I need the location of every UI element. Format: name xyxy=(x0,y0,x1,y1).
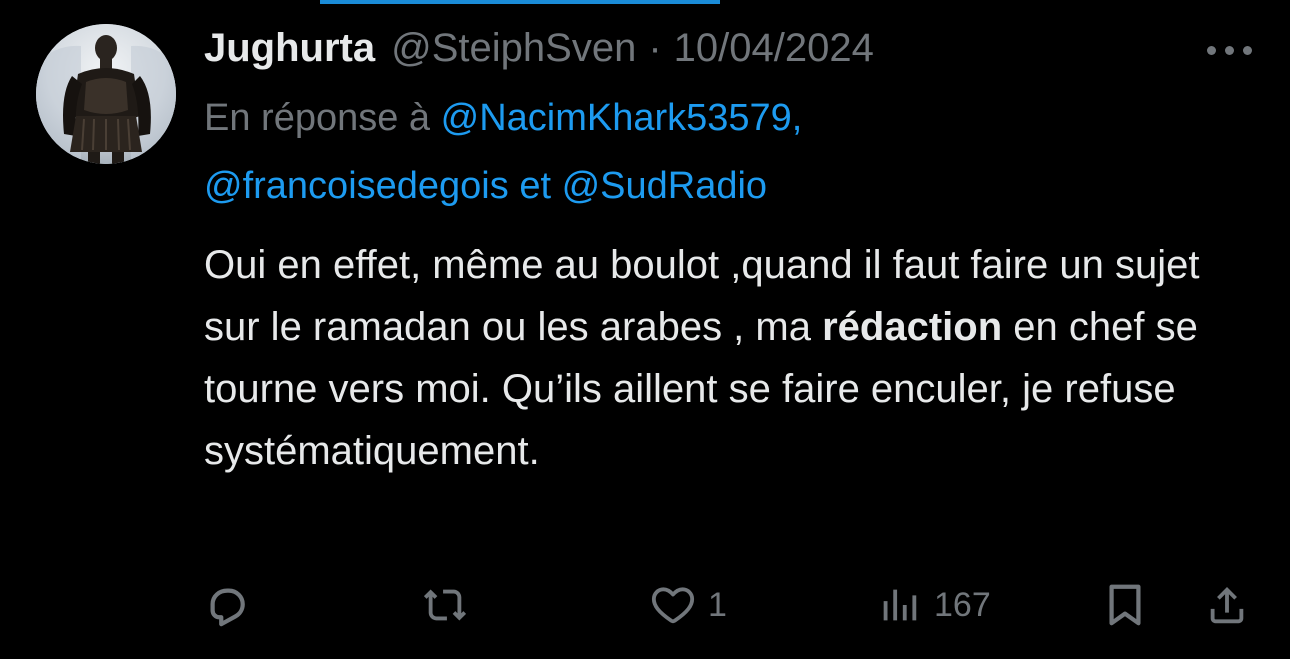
share-icon xyxy=(1210,586,1244,624)
mention-link[interactable]: @francoisedegois xyxy=(204,165,509,207)
top-accent-bar xyxy=(320,0,720,4)
heart-icon xyxy=(651,587,695,624)
tweet-date[interactable]: 10/04/2024 xyxy=(674,20,874,76)
mention-link[interactable]: @NacimKhark53579, xyxy=(441,97,803,139)
bookmark-icon xyxy=(1109,584,1141,626)
more-options-icon xyxy=(1206,45,1216,55)
mention-conjunction: et xyxy=(519,165,552,207)
retweet-button[interactable] xyxy=(422,575,480,635)
views-icon xyxy=(883,589,917,621)
tweet-body: Jughurta @SteiphSven · 10/04/2024 En rép… xyxy=(204,20,1264,482)
separator-dot: · xyxy=(648,26,662,70)
share-button[interactable] xyxy=(1204,575,1250,635)
like-button[interactable]: 1 xyxy=(650,575,727,635)
retweet-icon xyxy=(423,589,467,621)
tweet-header: Jughurta @SteiphSven · 10/04/2024 xyxy=(204,20,1264,76)
action-bar: 1 167 xyxy=(204,575,1264,635)
more-options-icon-dot xyxy=(1224,45,1234,55)
user-handle[interactable]: @SteiphSven xyxy=(391,20,636,76)
display-name[interactable]: Jughurta xyxy=(204,20,375,76)
more-options-icon-dot xyxy=(1242,45,1252,55)
more-options-button[interactable] xyxy=(1194,30,1264,70)
mention-link[interactable]: @SudRadio xyxy=(562,165,767,207)
bookmark-button[interactable] xyxy=(1102,575,1148,635)
reply-context: En réponse à @NacimKhark53579, @francois… xyxy=(204,84,1164,220)
reply-button[interactable] xyxy=(204,575,262,635)
reply-prefix: En réponse à xyxy=(204,97,431,139)
tweet-text-bold: rédaction xyxy=(822,305,1003,349)
reply-icon xyxy=(210,588,245,627)
like-count: 1 xyxy=(708,585,727,624)
views-count: 167 xyxy=(934,585,991,624)
views-button[interactable]: 167 xyxy=(876,575,991,635)
tweet-text: Oui en effet, même au boulot ,quand il f… xyxy=(204,234,1264,482)
statue-avatar-icon xyxy=(36,24,176,164)
avatar[interactable] xyxy=(36,24,176,164)
